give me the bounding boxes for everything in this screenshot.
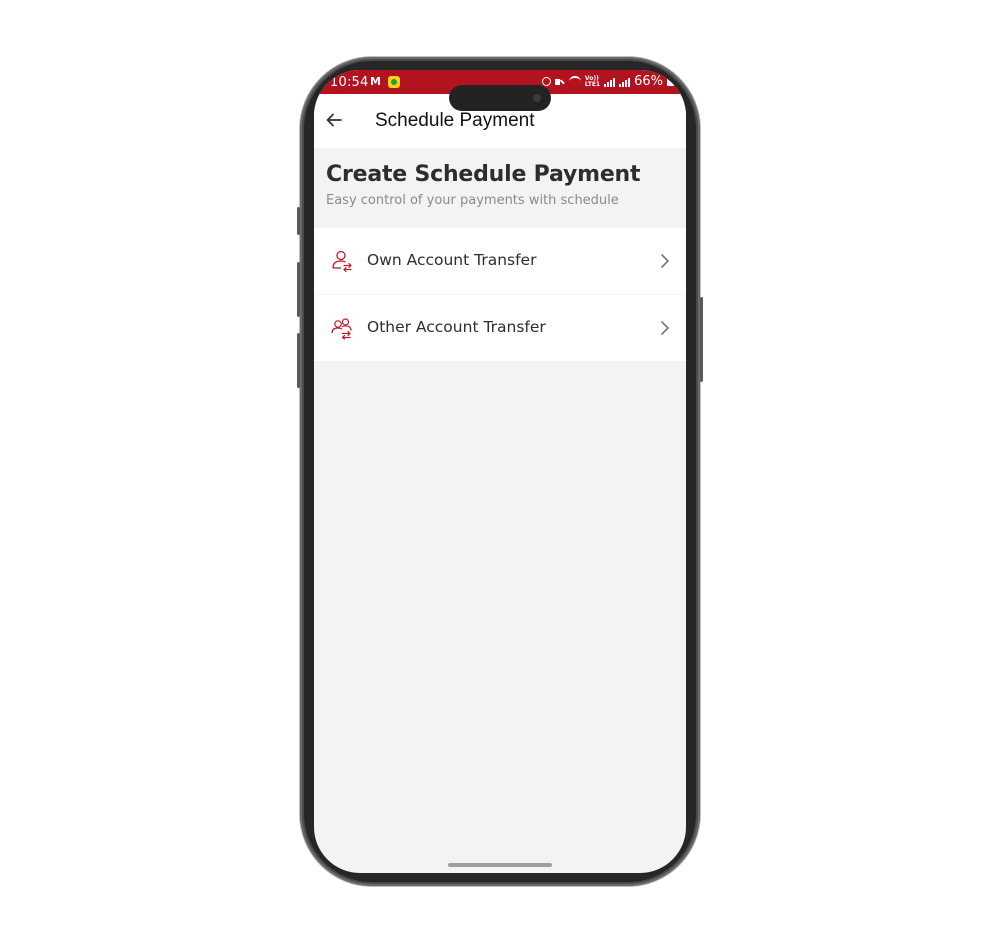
camera-icon [533,94,541,102]
phone-screen: 10:54 M Vo)) LTE1 66% Schedule Payment C… [314,70,686,873]
transfer-options-list: Own Account Transfer Other Account Trans… [314,228,686,361]
chevron-right-icon [661,254,669,268]
home-indicator[interactable] [448,863,552,867]
mail-notification-icon: M [370,75,381,88]
signal-icon [604,77,616,87]
section-subtitle: Easy control of your payments with sched… [326,193,619,208]
lte-label: LTE1 [584,80,601,88]
chevron-right-icon [661,321,669,335]
volume-up-button [297,262,300,317]
menu-item-other-account-transfer[interactable]: Other Account Transfer [314,295,686,361]
dynamic-island [449,85,551,111]
own-account-transfer-icon [332,250,352,273]
other-account-transfer-icon [331,318,352,340]
action-button [297,207,300,235]
status-time: 10:54 [330,75,369,90]
volume-down-button [297,333,300,388]
device-stage: 10:54 M Vo)) LTE1 66% Schedule Payment C… [0,0,1000,948]
intro-section: Create Schedule Payment Easy control of … [314,148,686,228]
arrow-left-icon[interactable] [324,110,344,130]
signal-icon-2 [619,77,631,87]
menu-item-label: Own Account Transfer [367,251,537,269]
power-button [700,297,703,382]
menu-item-own-account-transfer[interactable]: Own Account Transfer [314,228,686,295]
app-notification-icon [388,76,400,88]
status-icons: Vo)) LTE1 66% [541,74,674,89]
alarm-icon [541,77,551,86]
battery-icon [667,77,674,86]
section-title: Create Schedule Payment [326,162,641,187]
page-title: Schedule Payment [375,110,535,131]
volte-indicator: Vo)) LTE1 [584,75,601,88]
battery-percent: 66% [634,74,663,89]
mute-icon [554,77,565,87]
wifi-icon [568,76,581,87]
menu-item-label: Other Account Transfer [367,318,546,336]
